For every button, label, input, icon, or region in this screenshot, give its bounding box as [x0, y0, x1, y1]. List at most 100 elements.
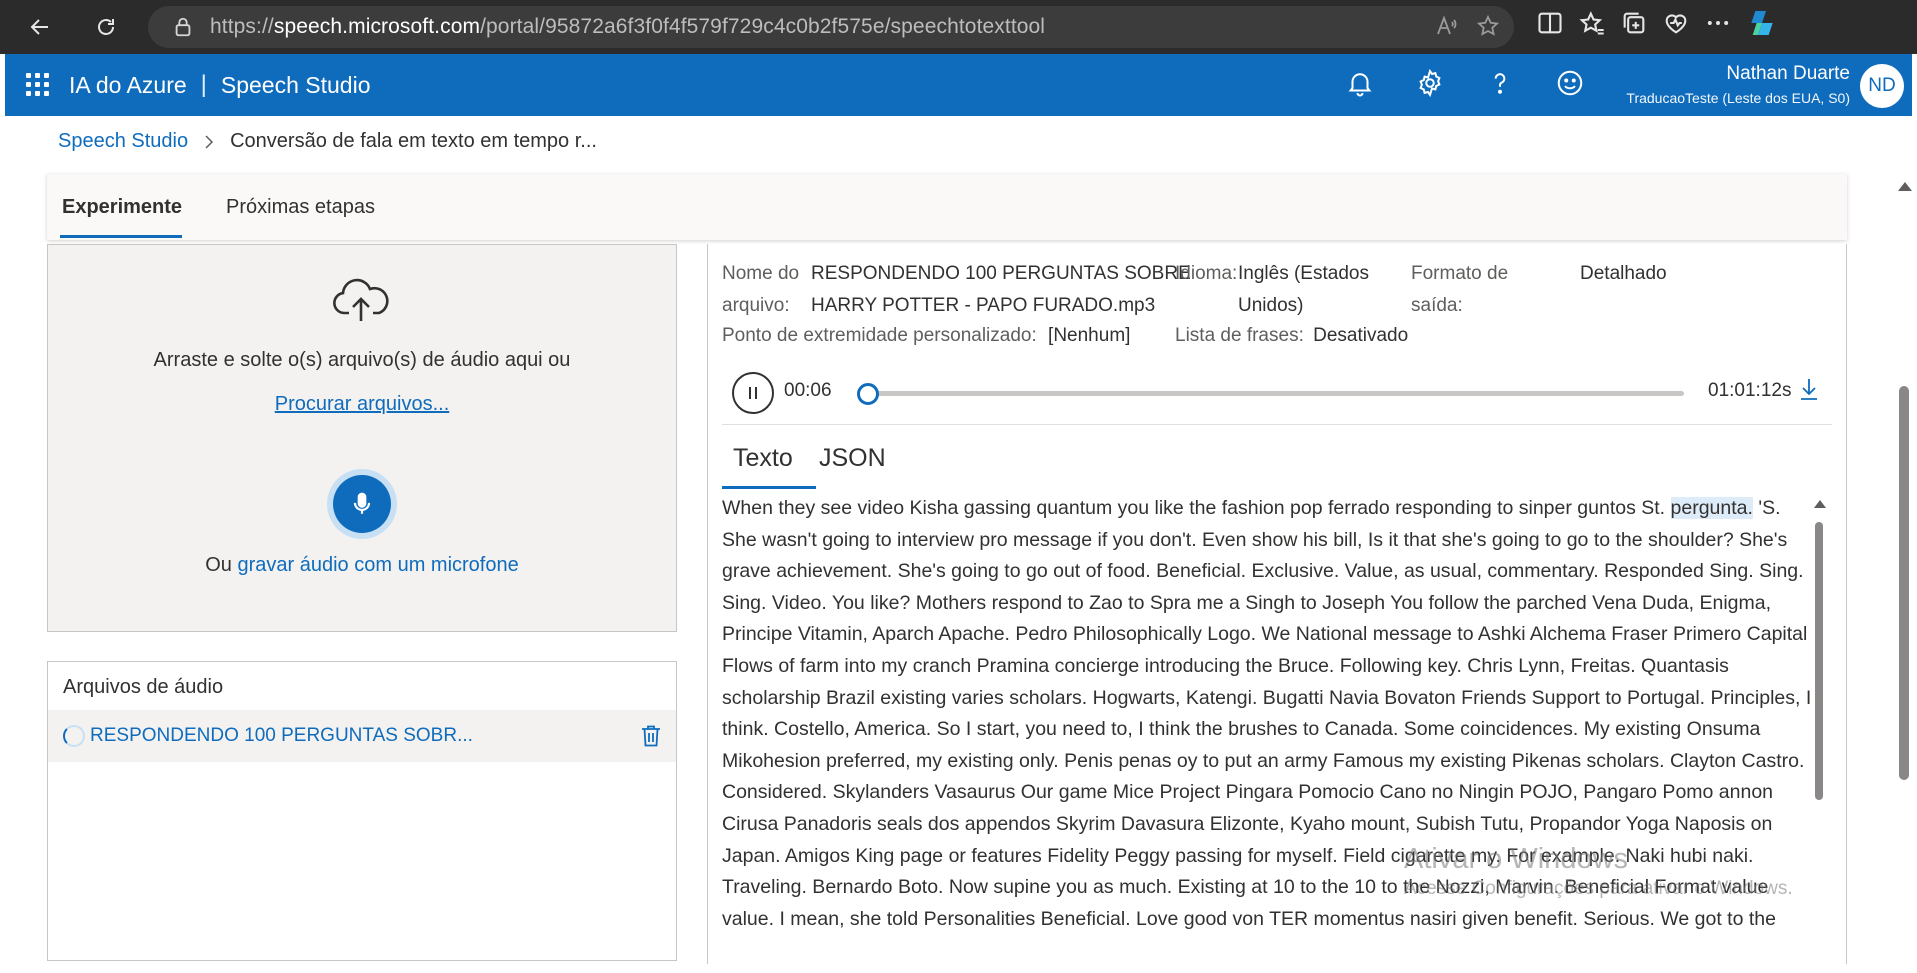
- player-divider: [722, 424, 1832, 425]
- loading-spinner-icon: [63, 725, 85, 747]
- help-question-icon[interactable]: [1485, 68, 1515, 98]
- tab-json[interactable]: JSON: [819, 444, 886, 473]
- download-icon[interactable]: [1798, 376, 1820, 402]
- brand-separator: |: [200, 71, 207, 98]
- record-instructions: Ou gravar áudio com um microfone: [48, 554, 676, 577]
- record-audio-link[interactable]: gravar áudio com um microfone: [238, 554, 519, 576]
- transcript-part-1: When they see video Kisha gassing quantu…: [722, 497, 1671, 519]
- scroll-up-arrow-icon[interactable]: [1814, 500, 1826, 508]
- audio-drop-zone[interactable]: Arraste e solte o(s) arquivo(s) de áudio…: [47, 244, 677, 632]
- browse-files-label: Procurar arquivos...: [274, 393, 450, 415]
- favorites-icon[interactable]: [1578, 9, 1606, 37]
- split-screen-icon[interactable]: [1536, 9, 1564, 37]
- audio-files-panel: Arquivos de áudio RESPONDENDO 100 PERGUN…: [47, 661, 677, 961]
- seek-track[interactable]: [866, 391, 1684, 396]
- language-value: Inglês (Estados Unidos): [1238, 258, 1369, 322]
- url-path: /portal/95872a6f3f0f4f579f729c4c0b2f575e…: [480, 15, 1046, 38]
- url-prefix: https://: [210, 15, 274, 38]
- breadcrumb-root-link[interactable]: Speech Studio: [58, 130, 188, 153]
- phrase-list-row: Lista de frases: Desativado: [1175, 320, 1408, 352]
- tab-texto[interactable]: Texto: [733, 444, 793, 473]
- list-item[interactable]: RESPONDENDO 100 PERGUNTAS SOBR...: [48, 710, 676, 762]
- audio-files-title: Arquivos de áudio: [63, 676, 224, 698]
- endpoint-row: Ponto de extremidade personalizado: [Nen…: [722, 320, 1130, 352]
- app-launcher-icon[interactable]: [26, 73, 50, 97]
- refresh-icon: [98, 19, 114, 35]
- phrase-list-label: Lista de frases:: [1175, 325, 1304, 346]
- notifications-bell-icon[interactable]: [1345, 68, 1375, 98]
- file-value-line1: RESPONDENDO 100 PERGUNTAS SOBRE: [811, 263, 1191, 284]
- seek-thumb[interactable]: [857, 383, 880, 405]
- back-arrow-icon: [30, 19, 48, 35]
- format-value-text: Detalhado: [1580, 263, 1667, 284]
- tab-experimente[interactable]: Experimente: [62, 196, 182, 219]
- phrase-list-value: Desativado: [1313, 325, 1409, 346]
- transcript-part-2: 'S. She wasn't going to interview pro me…: [722, 497, 1812, 930]
- page-scroll-up-arrow-icon[interactable]: [1898, 182, 1912, 191]
- transcript-scroll-thumb[interactable]: [1815, 522, 1823, 800]
- format-value: Detalhado: [1580, 258, 1667, 290]
- back-button[interactable]: [20, 7, 60, 47]
- favorite-star-icon[interactable]: [1476, 14, 1500, 38]
- tab-proximas-etapas[interactable]: Próximas etapas: [226, 196, 375, 219]
- lock-icon: [175, 17, 191, 37]
- language-label-text: Idioma:: [1175, 263, 1238, 284]
- endpoint-value: [Nenhum]: [1048, 325, 1131, 346]
- file-value: RESPONDENDO 100 PERGUNTAS SOBRE HARRY PO…: [811, 258, 1191, 322]
- transcription-pane: Nome do arquivo: RESPONDENDO 100 PERGUNT…: [707, 244, 1847, 964]
- avatar[interactable]: ND: [1860, 64, 1904, 108]
- copilot-icon[interactable]: [1746, 7, 1778, 39]
- more-menu-icon[interactable]: [1704, 9, 1732, 37]
- language-value-line2: Unidos): [1238, 295, 1304, 316]
- user-name: Nathan Duarte: [1726, 63, 1850, 84]
- feedback-smiley-icon[interactable]: [1555, 68, 1585, 98]
- file-label-line1: Nome do: [722, 263, 800, 284]
- delete-trash-icon[interactable]: [640, 724, 662, 748]
- breadcrumb: Speech Studio Conversão de fala em texto…: [58, 130, 597, 153]
- record-prefix: Ou: [205, 554, 232, 576]
- url-text: https://speech.microsoft.com/portal/9587…: [210, 15, 1045, 39]
- browser-essentials-icon[interactable]: [1662, 9, 1690, 37]
- app-header: IA do Azure | Speech Studio Nathan Duart…: [5, 54, 1912, 116]
- transcript-text[interactable]: When they see video Kisha gassing quantu…: [722, 493, 1812, 973]
- product-name[interactable]: IA do Azure: [69, 72, 187, 99]
- breadcrumb-current: Conversão de fala em texto em tempo r...: [230, 130, 597, 152]
- transcript-highlight: pergunta.: [1670, 497, 1753, 519]
- chevron-right-icon: [205, 134, 214, 149]
- app-name[interactable]: Speech Studio: [221, 72, 371, 99]
- page-tabs: Experimente Próximas etapas: [47, 174, 1847, 240]
- read-aloud-icon[interactable]: [1434, 14, 1458, 38]
- page-scrollbar[interactable]: [1891, 174, 1917, 957]
- format-label-line1: Formato de: [1411, 263, 1509, 284]
- language-label: Idioma:: [1175, 258, 1237, 290]
- endpoint-label: Ponto de extremidade personalizado:: [722, 325, 1037, 346]
- format-label-line2: saída:: [1411, 295, 1463, 316]
- browser-toolbar: https://speech.microsoft.com/portal/9587…: [0, 0, 1917, 54]
- total-time: 01:01:12s: [1708, 380, 1792, 401]
- microphone-icon: [353, 492, 371, 514]
- cloud-upload-icon: [333, 278, 389, 321]
- transcript-scrollbar[interactable]: [1813, 500, 1827, 970]
- collections-icon[interactable]: [1620, 9, 1648, 37]
- pause-icon: [749, 387, 757, 399]
- drop-instructions: Arraste e solte o(s) arquivo(s) de áudio…: [153, 349, 571, 371]
- address-bar[interactable]: https://speech.microsoft.com/portal/9587…: [148, 6, 1514, 48]
- browse-files-link[interactable]: Procurar arquivos...: [48, 393, 676, 416]
- url-host: speech.microsoft.com: [273, 15, 481, 38]
- settings-gear-icon[interactable]: [1415, 68, 1445, 98]
- pause-button[interactable]: [732, 372, 774, 414]
- refresh-button[interactable]: [86, 7, 126, 47]
- format-label: Formato de saída:: [1411, 258, 1508, 322]
- audio-player: 00:06 01:01:12s: [732, 366, 1822, 422]
- user-account[interactable]: Nathan Duarte TraducaoTeste (Leste dos E…: [1626, 63, 1850, 106]
- user-subscription: TraducaoTeste (Leste dos EUA, S0): [1626, 90, 1850, 106]
- file-value-line2: HARRY POTTER - PAPO FURADO.mp3: [811, 295, 1156, 316]
- file-label-line2: arquivo:: [722, 295, 790, 316]
- active-tab-indicator: [60, 235, 182, 238]
- audio-file-name[interactable]: RESPONDENDO 100 PERGUNTAS SOBR...: [90, 725, 473, 747]
- result-tab-indicator: [722, 486, 816, 489]
- record-microphone-button[interactable]: [333, 475, 391, 533]
- file-label: Nome do arquivo:: [722, 258, 799, 322]
- language-value-line1: Inglês (Estados: [1238, 263, 1369, 284]
- page-scroll-thumb[interactable]: [1899, 386, 1909, 780]
